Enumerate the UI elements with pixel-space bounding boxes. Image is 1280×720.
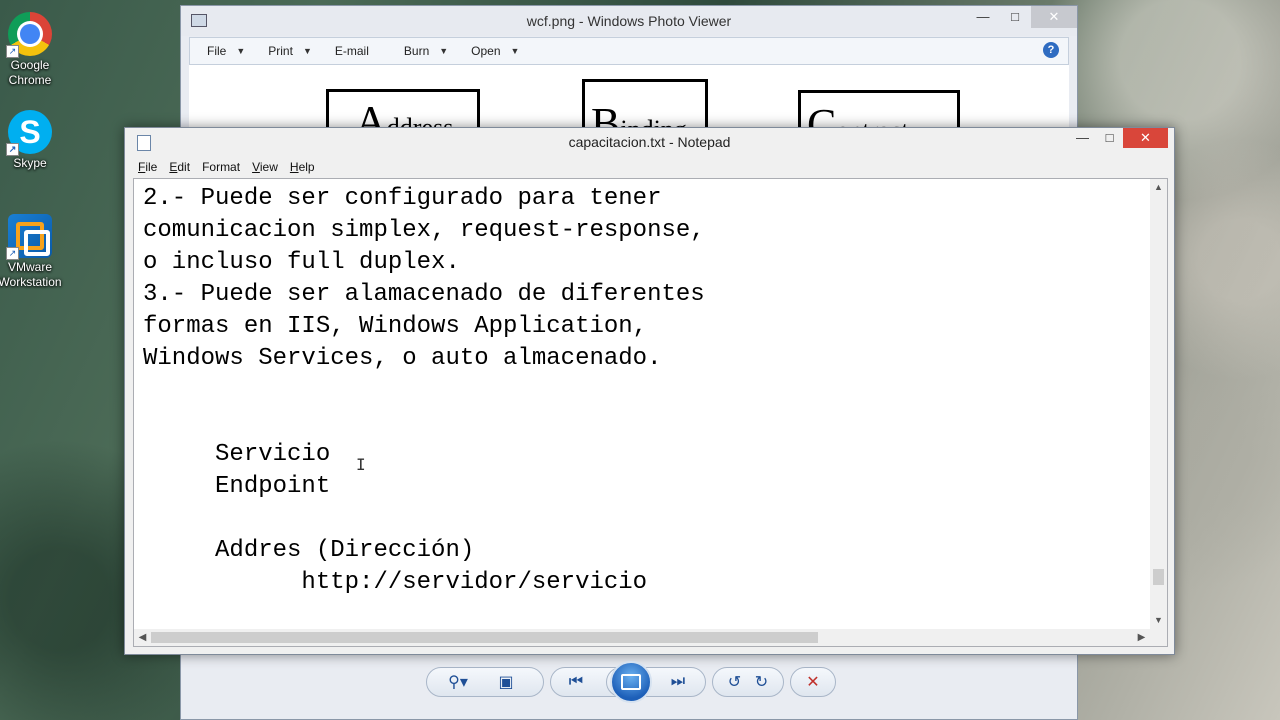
vmware-icon: ↗ xyxy=(6,214,52,260)
notepad-window[interactable]: capacitacion.txt - Notepad — □ ✕ File Ed… xyxy=(124,127,1175,655)
menu-label: Format xyxy=(202,160,241,174)
desktop-icon-label: Workstation xyxy=(0,275,62,289)
shortcut-arrow-icon: ↗ xyxy=(6,143,19,156)
actual-size-icon[interactable]: ▣ xyxy=(481,672,531,692)
chrome-icon: ↗ xyxy=(6,12,52,58)
minimize-button[interactable]: — xyxy=(1069,128,1096,148)
desktop-icon-chrome[interactable]: ↗ Google Chrome xyxy=(0,12,62,88)
slideshow-icon[interactable] xyxy=(610,661,652,703)
photo-viewer-title: wcf.png - Windows Photo Viewer xyxy=(526,13,732,29)
zoom-group: ⚲▾ ▣ xyxy=(426,667,544,697)
menu-label: ile xyxy=(145,160,158,174)
skype-icon: S ↗ xyxy=(6,110,52,156)
photo-viewer-menubar: File ▼ Print ▼ E-mail Burn ▼ Open ▼ ? xyxy=(189,37,1069,65)
photo-viewer-toolbar: ⚲▾ ▣ ⏮ ⏭ ↺ ↻ ✕ xyxy=(426,661,842,703)
menu-label: Open xyxy=(471,44,501,58)
menu-accel: H xyxy=(289,160,299,174)
vertical-scrollbar[interactable]: ▲ ▼ xyxy=(1150,179,1167,629)
menu-label: iew xyxy=(259,160,278,174)
menu-accel: V xyxy=(252,160,260,174)
minimize-button[interactable]: — xyxy=(967,6,999,28)
zoom-icon[interactable]: ⚲▾ xyxy=(435,672,481,692)
dropdown-caret-icon: ▼ xyxy=(510,46,520,56)
rotate-right-icon[interactable]: ↻ xyxy=(748,672,775,692)
text-cursor-icon: I xyxy=(356,455,366,474)
dropdown-caret-icon: ▼ xyxy=(439,46,449,56)
menu-email[interactable]: E-mail xyxy=(318,44,369,58)
scroll-up-icon[interactable]: ▲ xyxy=(1150,179,1167,196)
desktop-icon-label: Chrome xyxy=(8,73,52,87)
menu-help[interactable]: Help xyxy=(284,160,321,174)
menu-print[interactable]: Print ▼ xyxy=(251,44,312,58)
close-button[interactable]: ✕ xyxy=(1123,128,1168,148)
desktop-icon-vmware[interactable]: ↗ VMware Workstation xyxy=(0,214,62,290)
menu-file[interactable]: File xyxy=(132,160,163,174)
maximize-button[interactable]: □ xyxy=(1096,128,1123,148)
scrollbar-corner xyxy=(1150,629,1167,646)
horizontal-scrollbar[interactable]: ◀ ▶ xyxy=(134,629,1150,646)
menu-label: Print xyxy=(268,44,293,58)
delete-group: ✕ xyxy=(790,667,836,697)
scroll-down-icon[interactable]: ▼ xyxy=(1150,612,1167,629)
photo-viewer-titlebar[interactable]: wcf.png - Windows Photo Viewer — □ ✕ xyxy=(181,6,1077,36)
desktop-icon-label: Google xyxy=(10,58,50,72)
maximize-button[interactable]: □ xyxy=(999,6,1031,28)
menu-edit[interactable]: Edit xyxy=(163,160,196,174)
desktop-icon-skype[interactable]: S ↗ Skype xyxy=(0,110,62,171)
menu-label: elp xyxy=(298,160,315,174)
rotate-group: ↺ ↻ xyxy=(712,667,784,697)
previous-icon[interactable]: ⏮ xyxy=(561,673,591,691)
notepad-text-content[interactable]: 2.- Puede ser configurado para tener com… xyxy=(143,183,1147,599)
horizontal-scroll-thumb[interactable] xyxy=(151,632,818,643)
vertical-scroll-thumb[interactable] xyxy=(1153,569,1164,585)
menu-label: E-mail xyxy=(334,44,369,58)
delete-icon[interactable]: ✕ xyxy=(799,672,827,692)
rotate-left-icon[interactable]: ↺ xyxy=(721,672,748,692)
menu-label: File xyxy=(207,44,227,58)
menu-label: Burn xyxy=(403,44,430,58)
notepad-title: capacitacion.txt - Notepad xyxy=(568,134,731,150)
desktop-icon-label: Skype xyxy=(13,156,47,170)
menu-open[interactable]: Open ▼ xyxy=(454,44,519,58)
help-icon[interactable]: ? xyxy=(1043,42,1059,58)
menu-burn[interactable]: Burn ▼ xyxy=(375,44,448,58)
shortcut-arrow-icon: ↗ xyxy=(6,45,19,58)
scroll-left-icon[interactable]: ◀ xyxy=(134,629,151,646)
menu-format[interactable]: Format xyxy=(196,160,246,174)
desktop-icon-label: VMware xyxy=(7,260,52,274)
notepad-editor[interactable]: 2.- Puede ser configurado para tener com… xyxy=(133,178,1168,647)
dropdown-caret-icon: ▼ xyxy=(302,46,312,56)
close-button[interactable]: ✕ xyxy=(1031,6,1077,28)
notepad-titlebar[interactable]: capacitacion.txt - Notepad — □ ✕ xyxy=(125,128,1174,156)
menu-view[interactable]: View xyxy=(246,160,284,174)
dropdown-caret-icon: ▼ xyxy=(236,46,246,56)
notepad-menubar: File Edit Format View Help xyxy=(132,157,321,177)
menu-file[interactable]: File ▼ xyxy=(190,44,245,58)
menu-label: dit xyxy=(177,160,191,174)
shortcut-arrow-icon: ↗ xyxy=(6,247,19,260)
next-icon[interactable]: ⏭ xyxy=(663,673,693,691)
scroll-right-icon[interactable]: ▶ xyxy=(1133,629,1150,646)
